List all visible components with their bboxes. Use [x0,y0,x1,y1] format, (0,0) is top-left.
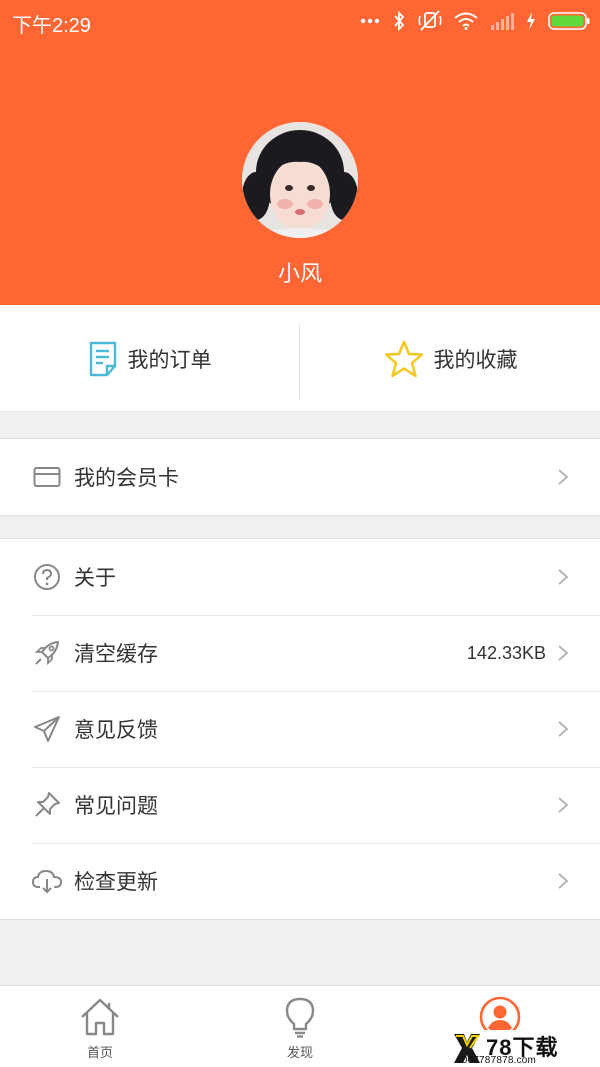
charging-icon [527,12,535,30]
tab-home[interactable]: 首页 [0,986,200,1067]
row-faq[interactable]: 常见问题 [0,767,600,843]
wifi-icon [454,12,478,30]
chevron-right-icon [558,873,569,889]
row-check-update[interactable]: 检查更新 [0,843,600,919]
signal-icon [491,13,514,30]
help-icon [32,562,62,592]
row-feedback[interactable]: 意见反馈 [0,691,600,767]
status-icons [360,8,590,34]
chevron-right-icon [558,645,569,661]
chevron-right-icon [558,721,569,737]
mute-icon [418,10,442,31]
watermark: 78下载 4007787878.com [450,1030,600,1067]
chevron-right-icon [558,469,569,485]
tab-label: 发现 [286,1046,313,1061]
row-label: 常见问题 [74,794,158,818]
more-icon [360,18,380,24]
profile-header: 下午2:29 小风 [0,0,600,305]
order-icon [89,341,116,376]
cloud-download-icon [32,866,62,896]
chevron-right-icon [558,569,569,585]
quick-actions: 我的订单 我的收藏 [0,305,600,412]
my-favorites-button[interactable]: 我的收藏 [301,305,600,412]
card-icon [32,462,62,492]
row-membership-card[interactable]: 我的会员卡 [0,439,600,515]
my-orders-button[interactable]: 我的订单 [0,305,299,412]
membership-group: 我的会员卡 [0,438,600,516]
row-label: 意见反馈 [74,718,158,742]
status-time: 下午2:29 [12,15,91,37]
row-label: 清空缓存 [74,642,158,666]
row-label: 检查更新 [74,870,158,894]
chevron-right-icon [558,797,569,813]
tab-discover[interactable]: 发现 [200,986,400,1067]
tab-label: 首页 [86,1046,113,1061]
bulb-icon [284,994,316,1040]
my-favorites-label: 我的收藏 [433,347,518,372]
avatar[interactable] [242,122,358,238]
row-label: 关于 [74,566,116,590]
row-about[interactable]: 关于 [0,539,600,615]
avatar-image [242,122,358,238]
quick-divider [299,323,300,399]
cache-size: 142.33KB [466,642,546,663]
home-icon [79,994,121,1040]
battery-icon [548,12,590,30]
settings-group: 关于 清空缓存 142.33KB 意见反馈 常见问题 检查更新 [0,538,600,920]
username: 小风 [277,262,322,287]
send-icon [32,714,62,744]
row-clear-cache[interactable]: 清空缓存 142.33KB [0,615,600,691]
bluetooth-icon [394,11,405,31]
my-orders-label: 我的订单 [127,347,212,372]
watermark-url: 4007787878.com [456,1055,537,1066]
row-label: 我的会员卡 [74,466,179,490]
star-icon [384,340,423,377]
rocket-icon [32,638,62,668]
status-bar: 下午2:29 [0,0,600,42]
pin-icon [32,790,62,820]
